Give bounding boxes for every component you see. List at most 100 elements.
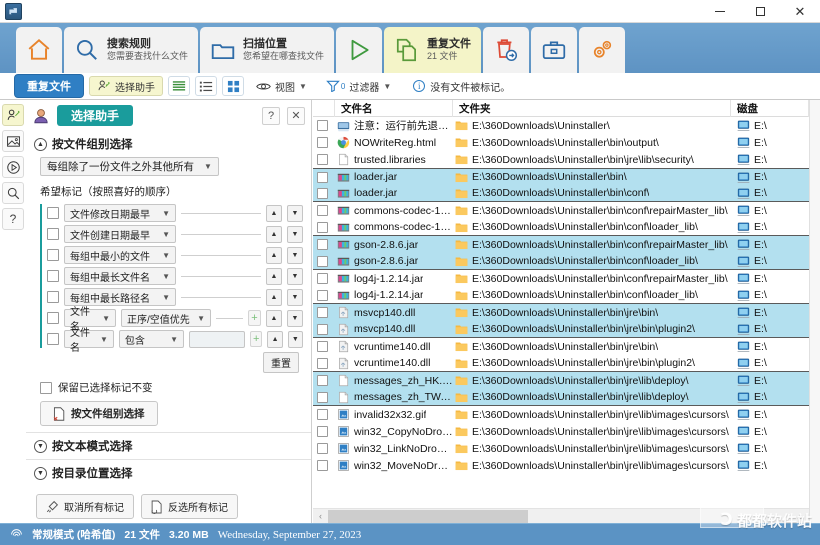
row-checkbox[interactable] xyxy=(317,255,328,267)
row-checkbox-cell[interactable] xyxy=(313,236,335,253)
rule-secondary-dropdown[interactable]: 包含 ▼ xyxy=(118,330,185,348)
row-checkbox-cell[interactable] xyxy=(313,457,335,474)
row-checkbox-cell[interactable] xyxy=(313,253,335,270)
rule-checkbox[interactable] xyxy=(47,270,59,282)
reset-button[interactable]: 重置 xyxy=(263,352,299,373)
row-checkbox-cell[interactable] xyxy=(313,202,335,219)
vertical-scrollbar[interactable] xyxy=(809,100,820,523)
row-checkbox-cell[interactable] xyxy=(313,287,335,304)
apply-select-by-group-button[interactable]: 按文件组别选择 xyxy=(40,401,158,426)
rule-primary-dropdown[interactable]: 每组中最小的文件 ▼ xyxy=(64,246,176,264)
table-row[interactable]: vcruntime140.dll E:\360Downloads\Uninstal… xyxy=(313,338,809,355)
rule-move-up-button[interactable]: ▲ xyxy=(267,330,283,348)
row-checkbox-cell[interactable] xyxy=(313,321,335,338)
row-checkbox-cell[interactable] xyxy=(313,169,335,186)
row-checkbox[interactable] xyxy=(317,391,328,403)
table-row[interactable]: commons-codec-1.1... E:\360Downloads\Unin… xyxy=(313,202,809,219)
view-menu-button[interactable]: 视图 ▼ xyxy=(249,76,314,96)
rule-checkbox[interactable] xyxy=(47,249,59,261)
assistant-close-button[interactable]: ✕ xyxy=(287,106,305,125)
rail-button-help[interactable]: ? xyxy=(2,208,24,230)
rail-button-image-preview[interactable] xyxy=(2,130,24,152)
row-checkbox[interactable] xyxy=(317,187,328,199)
row-checkbox-cell[interactable] xyxy=(313,355,335,372)
assistant-help-button[interactable]: ? xyxy=(262,106,280,125)
table-row[interactable]: vcruntime140.dll E:\360Downloads\Uninstal… xyxy=(313,355,809,372)
table-row[interactable]: win32_MoveNoDrop... E:\360Downloads\Unins… xyxy=(313,457,809,474)
keep-selection-checkbox[interactable] xyxy=(40,381,52,394)
rule-move-up-button[interactable]: ▲ xyxy=(266,204,282,222)
row-checkbox[interactable] xyxy=(317,239,328,250)
rule-move-down-button[interactable]: ▼ xyxy=(287,330,303,348)
rule-move-up-button[interactable]: ▲ xyxy=(266,225,282,243)
rail-button-assistant[interactable] xyxy=(2,104,24,126)
row-checkbox-cell[interactable] xyxy=(313,389,335,406)
table-row[interactable]: win32_CopyNoDrop3... E:\360Downloads\Unin… xyxy=(313,423,809,440)
rule-move-down-button[interactable]: ▼ xyxy=(287,267,303,285)
row-checkbox[interactable] xyxy=(317,221,328,233)
maximize-button[interactable] xyxy=(740,0,780,23)
scroll-left-arrow-icon[interactable]: ‹ xyxy=(313,511,328,521)
header-folder[interactable]: 文件夹 xyxy=(453,99,731,117)
row-checkbox[interactable] xyxy=(317,460,328,471)
table-row[interactable]: loader.jar E:\360Downloads\Uninstaller\bi… xyxy=(313,168,809,185)
rail-button-search[interactable] xyxy=(2,182,24,204)
rule-move-down-button[interactable]: ▼ xyxy=(287,246,303,264)
view-simple-list-button[interactable] xyxy=(195,76,217,96)
file-list-rows[interactable]: 注意：运行前先退出3... E:\360Downloads\Uninstaller… xyxy=(313,117,809,508)
section-header-select-by-text[interactable]: ▼ 按文本模式选择 xyxy=(26,432,311,459)
section-header-select-by-directory[interactable]: ▼ 按目录位置选择 xyxy=(26,459,311,486)
table-row[interactable]: NOWriteReg.html E:\360Downloads\Uninstall… xyxy=(313,134,809,151)
duplicate-files-pill[interactable]: 重复文件 xyxy=(14,74,84,98)
rule-primary-dropdown[interactable]: 文件修改日期最早 ▼ xyxy=(64,204,176,222)
row-checkbox[interactable] xyxy=(317,426,328,437)
row-checkbox-cell[interactable] xyxy=(313,117,335,134)
rule-primary-dropdown[interactable]: 文件名 ▼ xyxy=(64,328,114,354)
rule-primary-dropdown[interactable]: 每组中最长文件名 ▼ xyxy=(64,267,176,285)
group-mode-dropdown[interactable]: 每组除了一份文件之外其他所有 ▼ xyxy=(40,157,219,176)
row-checkbox-cell[interactable] xyxy=(313,151,335,168)
rule-add-button[interactable]: + xyxy=(250,331,263,347)
rule-move-down-button[interactable]: ▼ xyxy=(287,204,303,222)
row-checkbox[interactable] xyxy=(317,375,328,386)
rule-move-down-button[interactable]: ▼ xyxy=(287,225,303,243)
ribbon-tab-delete-move[interactable] xyxy=(483,27,530,73)
ribbon-tab-start-scan[interactable] xyxy=(336,27,383,73)
rule-add-button[interactable]: + xyxy=(248,310,261,326)
ribbon-tab-home[interactable] xyxy=(16,27,62,73)
row-checkbox[interactable] xyxy=(317,341,328,352)
table-row[interactable]: msvcp140.dll E:\360Downloads\Uninstaller\… xyxy=(313,304,809,321)
rule-primary-dropdown[interactable]: 文件创建日期最早 ▼ xyxy=(64,225,176,243)
row-checkbox[interactable] xyxy=(317,154,328,165)
rule-move-up-button[interactable]: ▲ xyxy=(266,309,282,327)
invert-all-marks-button[interactable]: 反选所有标记 xyxy=(141,494,238,519)
rule-move-down-button[interactable]: ▼ xyxy=(287,288,303,306)
table-row[interactable]: msvcp140.dll E:\360Downloads\Uninstaller\… xyxy=(313,321,809,338)
row-checkbox-cell[interactable] xyxy=(313,304,335,321)
row-checkbox-cell[interactable] xyxy=(313,372,335,389)
row-checkbox-cell[interactable] xyxy=(313,270,335,287)
rail-button-media-play[interactable] xyxy=(2,156,24,178)
ribbon-tab-tools[interactable] xyxy=(531,27,578,73)
row-checkbox[interactable] xyxy=(317,289,328,301)
rule-move-up-button[interactable]: ▲ xyxy=(266,288,282,306)
table-row[interactable]: loader.jar E:\360Downloads\Uninstaller\bi… xyxy=(313,185,809,202)
row-checkbox-cell[interactable] xyxy=(313,134,335,151)
table-row[interactable]: 注意：运行前先退出3... E:\360Downloads\Uninstaller… xyxy=(313,117,809,134)
view-grid-button[interactable] xyxy=(222,76,244,96)
row-checkbox[interactable] xyxy=(317,273,328,284)
header-disk[interactable]: 磁盘 xyxy=(731,99,809,117)
row-checkbox-cell[interactable] xyxy=(313,338,335,355)
row-checkbox-cell[interactable] xyxy=(313,440,335,457)
table-row[interactable]: messages_zh_HK.pro... E:\360Downloads\Uni… xyxy=(313,372,809,389)
header-select-all[interactable] xyxy=(313,99,335,117)
select-assistant-button[interactable]: 选择助手 xyxy=(89,76,163,96)
rule-text-input[interactable] xyxy=(189,330,246,348)
table-row[interactable]: commons-codec-1.1... E:\360Downloads\Unin… xyxy=(313,219,809,236)
filter-menu-button[interactable]: 0 过滤器 ▼ xyxy=(319,76,398,96)
table-row[interactable]: log4j-1.2.14.jar E:\360Downloads\Uninstal… xyxy=(313,270,809,287)
close-button[interactable]: ✕ xyxy=(780,0,820,23)
row-checkbox-cell[interactable] xyxy=(313,423,335,440)
header-filename[interactable]: 文件名 xyxy=(335,99,453,117)
rule-move-up-button[interactable]: ▲ xyxy=(266,246,282,264)
